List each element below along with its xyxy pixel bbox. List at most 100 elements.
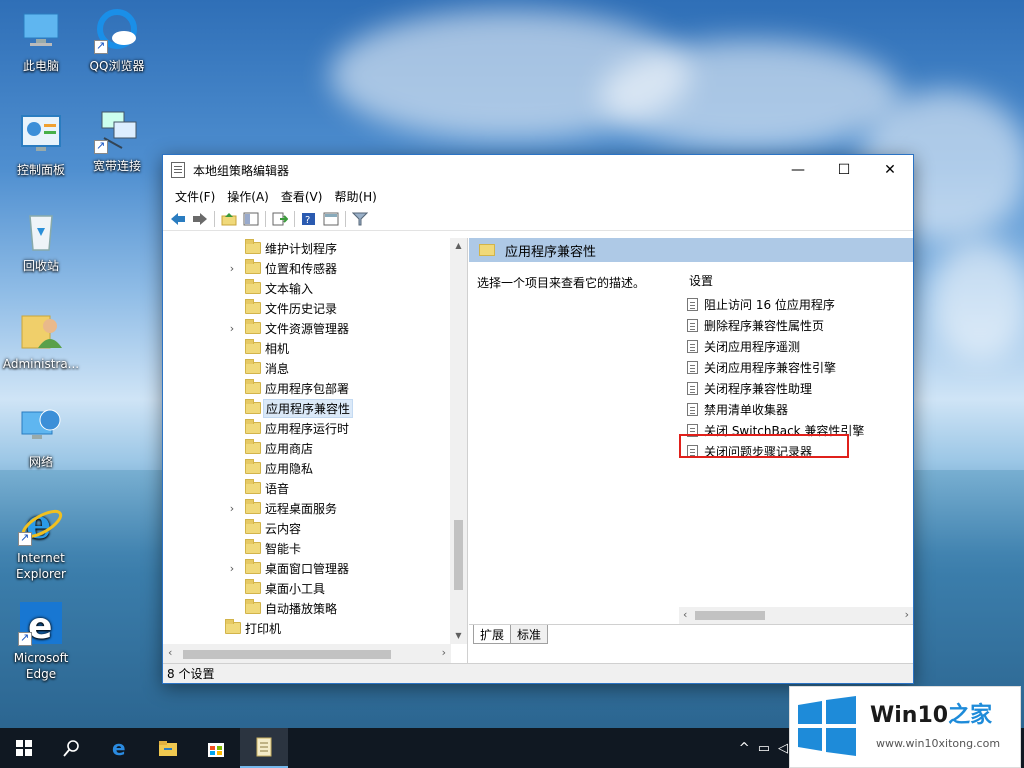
expand-chevron-icon[interactable]: › <box>227 562 237 575</box>
menu-view[interactable]: 查看(V) <box>275 188 329 205</box>
settings-column-header[interactable]: 设置 <box>689 272 713 289</box>
taskbar-store[interactable] <box>192 728 240 768</box>
policy-setting[interactable]: 关闭程序兼容性助理 <box>687 378 812 398</box>
tree-item-label: 打印机 <box>245 621 282 636</box>
tree-item[interactable]: 应用隐私 <box>163 458 467 478</box>
tree-item[interactable]: 文件历史记录 <box>163 298 467 318</box>
scroll-left-icon[interactable]: ‹ <box>683 608 687 621</box>
status-text: 8 个设置 <box>167 667 215 681</box>
taskbar-file-explorer[interactable] <box>144 728 192 768</box>
desktop-icon-recycle-bin[interactable]: 回收站 <box>0 208 82 274</box>
help-icon[interactable]: ? <box>298 209 320 229</box>
tree-item[interactable]: 应用程序包部署 <box>163 378 467 398</box>
watermark-url: www.win10xitong.com <box>876 737 1001 750</box>
tree-item[interactable]: 文本输入 <box>163 278 467 298</box>
menu-help[interactable]: 帮助(H) <box>328 188 382 205</box>
menu-file[interactable]: 文件(F) <box>169 188 221 205</box>
win10-logo-icon <box>798 696 856 756</box>
tree-item[interactable]: 应用程序兼容性 <box>163 398 467 418</box>
scroll-down-icon[interactable]: ▼ <box>450 628 467 644</box>
scroll-thumb[interactable] <box>183 650 391 659</box>
taskbar-group-policy-editor[interactable] <box>240 728 288 768</box>
maximize-button[interactable]: ☐ <box>821 155 867 185</box>
taskbar-edge[interactable]: e <box>96 728 144 768</box>
desktop-icon-qq-browser[interactable]: QQ浏览器 <box>76 8 158 74</box>
scroll-up-icon[interactable]: ▲ <box>450 238 467 254</box>
desktop-icon-broadband[interactable]: 宽带连接 <box>76 108 158 174</box>
menu-action[interactable]: 操作(A) <box>221 188 275 205</box>
volume-icon[interactable]: ◁ <box>778 741 788 756</box>
network-status-icon[interactable]: ▭ <box>758 741 770 756</box>
policy-setting[interactable]: 关闭应用程序兼容性引擎 <box>687 357 836 377</box>
tree-item[interactable]: 智能卡 <box>163 538 467 558</box>
policy-setting[interactable]: 关闭应用程序遥测 <box>687 336 800 356</box>
tree-item[interactable]: 应用商店 <box>163 438 467 458</box>
desktop-icon-this-pc[interactable]: 此电脑 <box>0 8 82 74</box>
policy-setting[interactable]: 删除程序兼容性属性页 <box>687 315 824 335</box>
filter-icon[interactable] <box>349 209 371 229</box>
policy-setting-label: 关闭程序兼容性助理 <box>704 381 813 396</box>
policy-setting[interactable]: 禁用清单收集器 <box>687 399 788 419</box>
start-button[interactable] <box>0 728 48 768</box>
tab-standard[interactable]: 标准 <box>510 625 549 644</box>
scroll-thumb[interactable] <box>454 520 463 590</box>
expand-chevron-icon[interactable]: › <box>227 502 237 515</box>
properties-view-icon[interactable] <box>320 209 342 229</box>
folder-icon <box>245 519 261 534</box>
content-panes: 维护计划程序 › 位置和传感器 文本输入 文件历史记录 › 文件资源管理器 相机 消息 应用程序包… <box>163 238 913 664</box>
scroll-right-icon[interactable]: › <box>442 646 446 659</box>
close-button[interactable]: ✕ <box>867 155 913 185</box>
search-button[interactable] <box>48 728 96 768</box>
back-arrow-icon[interactable] <box>167 209 189 229</box>
desktop-icon-internet-explorer[interactable]: e Internet Explorer <box>0 500 82 582</box>
tree-item[interactable]: 应用程序运行时 <box>163 418 467 438</box>
details-horizontal-scrollbar[interactable]: ‹ › <box>679 607 913 624</box>
scroll-right-icon[interactable]: › <box>905 608 909 621</box>
policy-tree-pane[interactable]: 维护计划程序 › 位置和传感器 文本输入 文件历史记录 › 文件资源管理器 相机 消息 应用程序包… <box>163 238 468 664</box>
tree-item[interactable]: › 文件资源管理器 <box>163 318 467 338</box>
tree-item-label: 应用隐私 <box>265 461 314 476</box>
tree-item[interactable]: 消息 <box>163 358 467 378</box>
tree-item[interactable]: 自动播放策略 <box>163 598 467 618</box>
folder-icon <box>225 619 241 634</box>
export-list-icon[interactable] <box>269 209 291 229</box>
policy-setting[interactable]: 阻止访问 16 位应用程序 <box>687 294 835 314</box>
up-folder-icon[interactable] <box>218 209 240 229</box>
forward-arrow-icon[interactable] <box>189 209 211 229</box>
minimize-button[interactable]: — <box>775 155 821 185</box>
tree-item[interactable]: 语音 <box>163 478 467 498</box>
menu-bar: 文件(F) 操作(A) 查看(V) 帮助(H) <box>163 185 913 207</box>
desktop-icon-edge[interactable]: e Microsoft Edge <box>0 600 82 682</box>
folder-icon <box>245 599 261 614</box>
internet-explorer-icon: e <box>18 500 64 548</box>
scroll-left-icon[interactable]: ‹ <box>168 646 172 659</box>
folder-icon <box>245 579 261 594</box>
folder-icon <box>245 499 261 514</box>
tree-item[interactable]: 维护计划程序 <box>163 238 467 258</box>
svg-text:e: e <box>112 738 126 758</box>
scroll-thumb[interactable] <box>695 611 765 620</box>
desktop-icon-administrator[interactable]: Administra... <box>0 306 82 372</box>
tree-item[interactable]: › 桌面窗口管理器 <box>163 558 467 578</box>
tree-item[interactable]: 桌面小工具 <box>163 578 467 598</box>
expand-chevron-icon[interactable]: › <box>227 322 237 335</box>
show-hide-tree-icon[interactable] <box>240 209 262 229</box>
desktop-icon-network[interactable]: 网络 <box>0 404 82 470</box>
title-bar[interactable]: 本地组策略编辑器 — ☐ ✕ <box>163 155 913 185</box>
policy-setting-label: 阻止访问 16 位应用程序 <box>704 297 835 312</box>
tree-vertical-scrollbar[interactable]: ▲ ▼ <box>450 238 467 644</box>
tree-item-label: 语音 <box>265 481 290 496</box>
tree-item[interactable]: 云内容 <box>163 518 467 538</box>
details-pane[interactable]: 应用程序兼容性 选择一个项目来查看它的描述。 设置 阻止访问 16 位应用程序删… <box>469 238 913 664</box>
show-hidden-icons-chevron-icon[interactable]: ^ <box>739 741 750 756</box>
tree-item-label: 应用程序兼容性 <box>263 398 354 418</box>
expand-chevron-icon[interactable]: › <box>227 262 237 275</box>
group-policy-editor-window[interactable]: 本地组策略编辑器 — ☐ ✕ 文件(F) 操作(A) 查看(V) 帮助(H) ?… <box>162 154 914 684</box>
tree-item[interactable]: › 远程桌面服务 <box>163 498 467 518</box>
tree-horizontal-scrollbar[interactable]: ‹ › <box>163 644 451 664</box>
tab-extended[interactable]: 扩展 <box>473 625 512 644</box>
tree-item[interactable]: › 位置和传感器 <box>163 258 467 278</box>
desktop-icon-control-panel[interactable]: 控制面板 <box>0 112 82 178</box>
tree-item[interactable]: 相机 <box>163 338 467 358</box>
tree-item[interactable]: 打印机 <box>163 618 467 638</box>
